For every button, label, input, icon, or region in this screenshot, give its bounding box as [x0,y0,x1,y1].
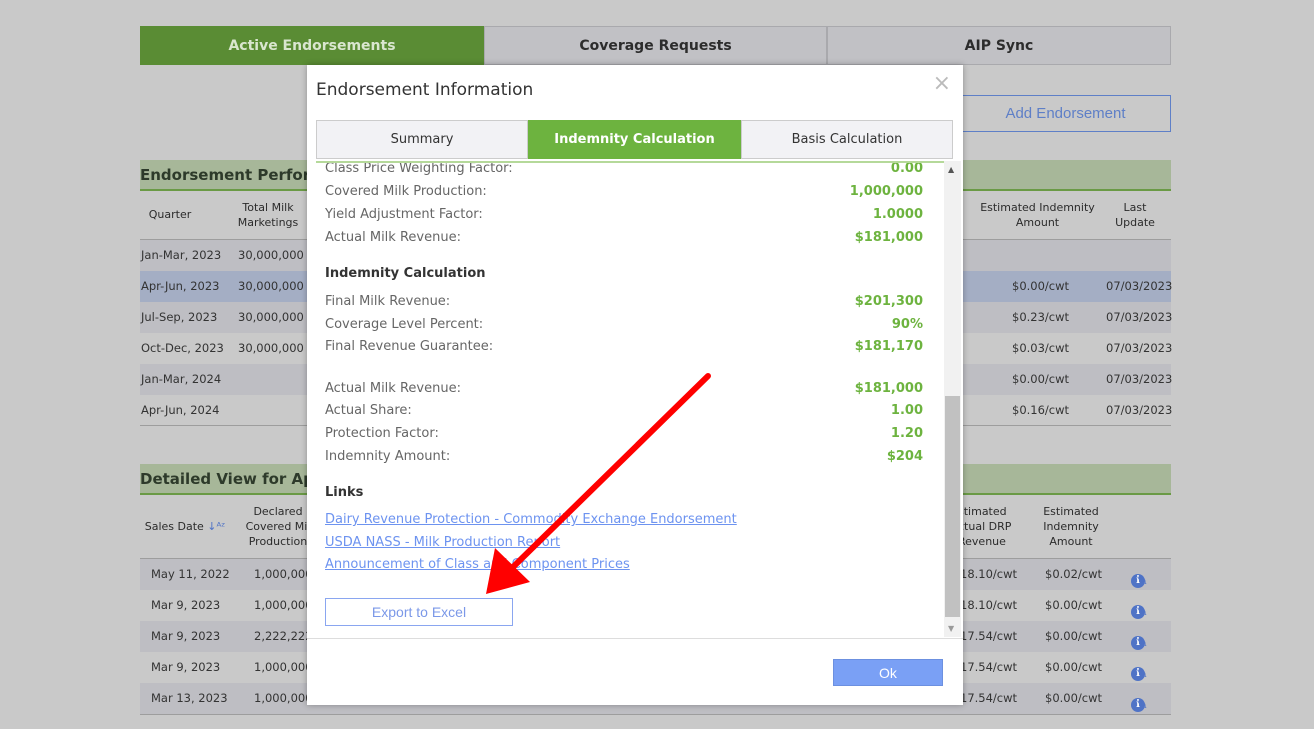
red-arrow-annotation [486,373,711,594]
